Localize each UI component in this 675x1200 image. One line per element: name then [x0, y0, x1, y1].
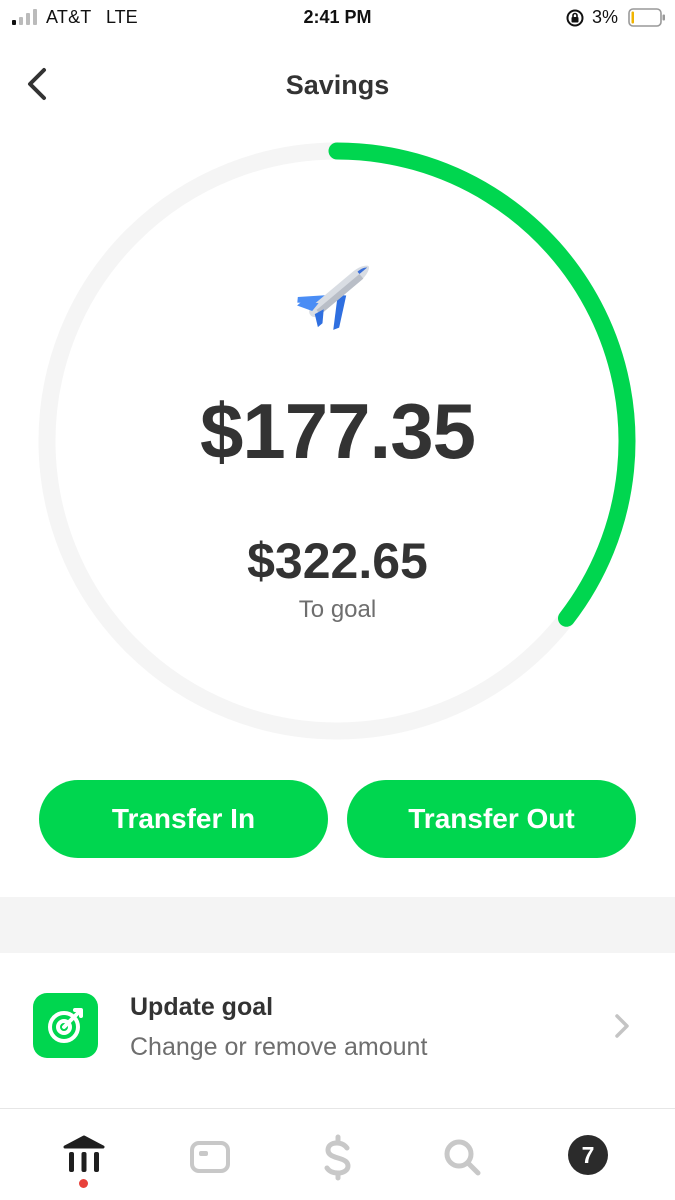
- tab-search[interactable]: [438, 1133, 486, 1181]
- tab-home[interactable]: [60, 1133, 108, 1181]
- search-icon: [444, 1139, 481, 1176]
- section-divider: [0, 897, 675, 953]
- to-goal-label: To goal: [298, 596, 377, 623]
- dollar-icon: [324, 1134, 351, 1181]
- savings-progress-ring: [38, 142, 636, 740]
- home-icon: [63, 1135, 105, 1172]
- chevron-right-icon: [615, 1014, 629, 1038]
- tab-card[interactable]: [186, 1133, 234, 1181]
- to-goal-amount: $322.65: [247, 533, 428, 589]
- savings-balance: $177.35: [200, 387, 476, 475]
- card-icon: [190, 1141, 230, 1173]
- update-goal-subtitle: Change or remove amount: [130, 1033, 428, 1061]
- transfer-in-button[interactable]: Transfer In: [39, 780, 328, 858]
- tab-activity[interactable]: 7: [568, 1133, 616, 1181]
- tab-bar: 7: [0, 1108, 675, 1200]
- update-goal-row[interactable]: Update goal Change or remove amount: [0, 953, 675, 1103]
- tab-cash[interactable]: [314, 1133, 362, 1181]
- notification-dot: [79, 1179, 88, 1188]
- transfer-out-button[interactable]: Transfer Out: [347, 780, 636, 858]
- target-icon: [33, 993, 98, 1058]
- activity-badge: 7: [568, 1135, 608, 1175]
- airplane-icon: [297, 265, 369, 330]
- update-goal-title: Update goal: [130, 993, 274, 1021]
